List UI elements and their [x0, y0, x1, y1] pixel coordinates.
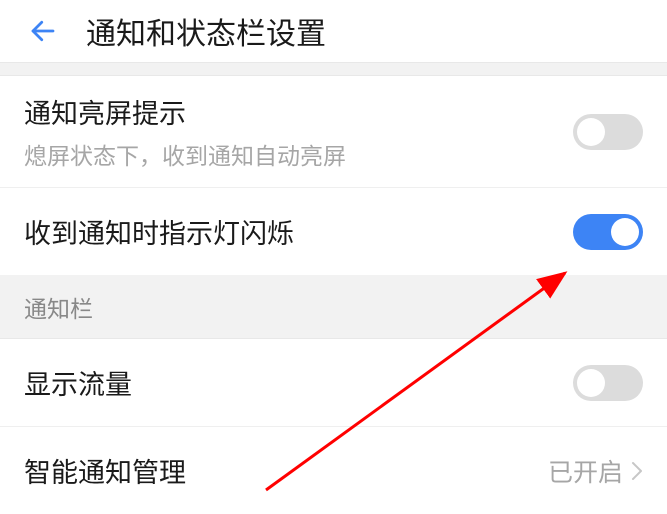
- row-led-blink[interactable]: 收到通知时指示灯闪烁: [0, 188, 667, 275]
- section-header-text: 通知栏: [24, 290, 93, 324]
- row-title: 通知亮屏提示: [24, 92, 573, 131]
- toggle-led-blink[interactable]: [573, 214, 643, 250]
- row-title: 智能通知管理: [24, 451, 548, 490]
- row-show-data-usage[interactable]: 显示流量: [0, 339, 667, 427]
- toggle-knob: [577, 118, 605, 146]
- chevron-right-icon: [631, 461, 643, 481]
- row-subtitle: 熄屏状态下，收到通知自动亮屏: [24, 137, 573, 171]
- back-arrow-icon: [28, 16, 58, 46]
- page-title: 通知和状态栏设置: [86, 9, 326, 53]
- row-value: 已开启: [548, 453, 623, 489]
- row-smart-notice[interactable]: 智能通知管理 已开启: [0, 427, 667, 514]
- row-text-wrap: 通知亮屏提示 熄屏状态下，收到通知自动亮屏: [24, 92, 573, 171]
- row-text-wrap: 智能通知管理: [24, 451, 548, 490]
- row-wake-on-notice[interactable]: 通知亮屏提示 熄屏状态下，收到通知自动亮屏: [0, 76, 667, 188]
- header: 通知和状态栏设置: [0, 0, 667, 62]
- row-title: 显示流量: [24, 363, 573, 402]
- toggle-knob: [577, 369, 605, 397]
- row-text-wrap: 收到通知时指示灯闪烁: [24, 212, 573, 251]
- back-button[interactable]: [22, 10, 64, 52]
- section-header-notice-bar: 通知栏: [0, 275, 667, 339]
- toggle-knob: [611, 218, 639, 246]
- row-text-wrap: 显示流量: [24, 363, 573, 402]
- toggle-show-data-usage[interactable]: [573, 365, 643, 401]
- header-divider: [0, 62, 667, 76]
- toggle-wake-on-notice[interactable]: [573, 114, 643, 150]
- row-title: 收到通知时指示灯闪烁: [24, 212, 573, 251]
